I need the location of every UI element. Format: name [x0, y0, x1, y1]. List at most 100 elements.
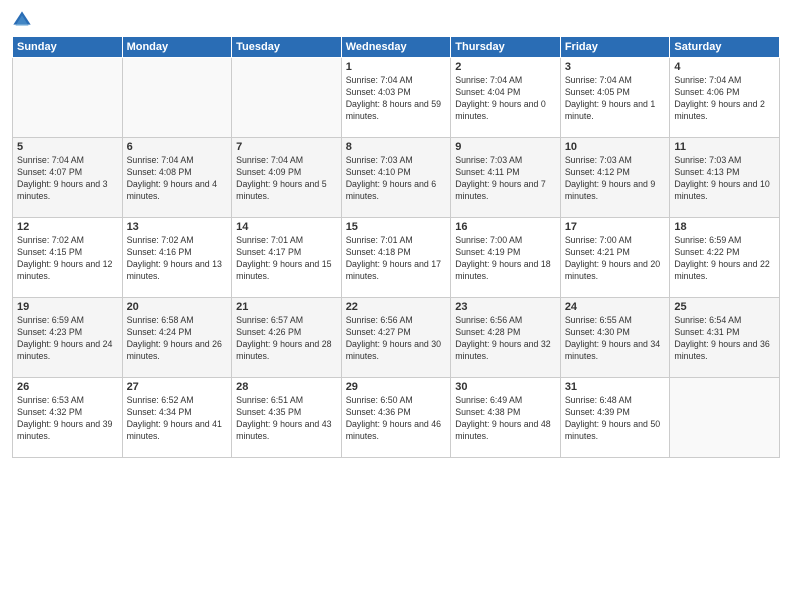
cell-info: Daylight: 9 hours and 34 minutes.: [565, 339, 666, 363]
calendar-cell: 7Sunrise: 7:04 AMSunset: 4:09 PMDaylight…: [232, 138, 342, 218]
cell-info: Daylight: 9 hours and 13 minutes.: [127, 259, 228, 283]
calendar-cell: 27Sunrise: 6:52 AMSunset: 4:34 PMDayligh…: [122, 378, 232, 458]
calendar-cell: 30Sunrise: 6:49 AMSunset: 4:38 PMDayligh…: [451, 378, 561, 458]
cell-info: Sunset: 4:09 PM: [236, 167, 337, 179]
cell-info: Sunset: 4:30 PM: [565, 327, 666, 339]
cell-info: Sunrise: 7:04 AM: [236, 155, 337, 167]
week-row-4: 19Sunrise: 6:59 AMSunset: 4:23 PMDayligh…: [13, 298, 780, 378]
cell-info: Daylight: 9 hours and 4 minutes.: [127, 179, 228, 203]
logo: [12, 10, 36, 30]
cell-info: Sunset: 4:27 PM: [346, 327, 447, 339]
day-number: 28: [236, 381, 337, 393]
weekday-header-sunday: Sunday: [13, 37, 123, 58]
cell-info: Daylight: 9 hours and 41 minutes.: [127, 419, 228, 443]
cell-info: Daylight: 9 hours and 9 minutes.: [565, 179, 666, 203]
cell-info: Sunrise: 6:56 AM: [455, 315, 556, 327]
cell-info: Daylight: 9 hours and 39 minutes.: [17, 419, 118, 443]
cell-info: Sunrise: 6:52 AM: [127, 395, 228, 407]
cell-info: Sunset: 4:39 PM: [565, 407, 666, 419]
day-number: 5: [17, 141, 118, 153]
week-row-2: 5Sunrise: 7:04 AMSunset: 4:07 PMDaylight…: [13, 138, 780, 218]
weekday-header-saturday: Saturday: [670, 37, 780, 58]
calendar-cell: [122, 58, 232, 138]
day-number: 2: [455, 61, 556, 73]
calendar-cell: 29 Sunrise: 6:50 AMSunset: 4:36 PMDayligh…: [341, 378, 451, 458]
cell-info: Sunrise: 6:50 AM: [346, 395, 447, 407]
calendar-cell: 10Sunrise: 7:03 AMSunset: 4:12 PMDayligh…: [560, 138, 670, 218]
weekday-header-row: SundayMondayTuesdayWednesdayThursdayFrid…: [13, 37, 780, 58]
day-number: 21: [236, 301, 337, 313]
weekday-header-thursday: Thursday: [451, 37, 561, 58]
cell-info: Sunset: 4:32 PM: [17, 407, 118, 419]
cell-info: Daylight: 9 hours and 26 minutes.: [127, 339, 228, 363]
cell-info: Sunset: 4:04 PM: [455, 87, 556, 99]
cell-info: Daylight: 9 hours and 46 minutes.: [346, 419, 447, 443]
cell-info: Daylight: 9 hours and 36 minutes.: [674, 339, 775, 363]
calendar-cell: 23 Sunrise: 6:56 AMSunset: 4:28 PMDayligh…: [451, 298, 561, 378]
cell-info: Daylight: 9 hours and 30 minutes.: [346, 339, 447, 363]
cell-info: Sunset: 4:35 PM: [236, 407, 337, 419]
cell-info: Sunrise: 7:03 AM: [565, 155, 666, 167]
cell-info: Daylight: 9 hours and 10 minutes.: [674, 179, 775, 203]
calendar-cell: 13 Sunrise: 7:02 AMSunset: 4:16 PMDayligh…: [122, 218, 232, 298]
calendar-cell: 3Sunrise: 7:04 AMSunset: 4:05 PMDaylight…: [560, 58, 670, 138]
day-number: 25: [674, 301, 775, 313]
week-row-3: 12Sunrise: 7:02 AMSunset: 4:15 PMDayligh…: [13, 218, 780, 298]
calendar-cell: 5Sunrise: 7:04 AMSunset: 4:07 PMDaylight…: [13, 138, 123, 218]
cell-info: Daylight: 9 hours and 17 minutes.: [346, 259, 447, 283]
day-number: 26: [17, 381, 118, 393]
day-number: 27: [127, 381, 228, 393]
cell-info: Sunrise: 7:01 AM: [346, 235, 447, 247]
calendar-table: SundayMondayTuesdayWednesdayThursdayFrid…: [12, 36, 780, 458]
calendar-cell: 19Sunrise: 6:59 AMSunset: 4:23 PMDayligh…: [13, 298, 123, 378]
day-number: 9: [455, 141, 556, 153]
cell-info: Sunrise: 6:48 AM: [565, 395, 666, 407]
cell-info: Daylight: 9 hours and 12 minutes.: [17, 259, 118, 283]
page: SundayMondayTuesdayWednesdayThursdayFrid…: [0, 0, 792, 612]
calendar-cell: 6Sunrise: 7:04 AMSunset: 4:08 PMDaylight…: [122, 138, 232, 218]
cell-info: Sunrise: 7:00 AM: [455, 235, 556, 247]
cell-info: Sunset: 4:03 PM: [346, 87, 447, 99]
cell-info: Sunrise: 7:03 AM: [674, 155, 775, 167]
cell-info: Sunrise: 7:02 AM: [17, 235, 118, 247]
cell-info: Sunset: 4:28 PM: [455, 327, 556, 339]
calendar-cell: 18Sunrise: 6:59 AMSunset: 4:22 PMDayligh…: [670, 218, 780, 298]
day-number: 23: [455, 301, 556, 313]
cell-info: Sunset: 4:05 PM: [565, 87, 666, 99]
cell-info: Sunset: 4:38 PM: [455, 407, 556, 419]
header: [12, 10, 780, 30]
cell-info: Sunrise: 6:56 AM: [346, 315, 447, 327]
cell-info: Daylight: 9 hours and 15 minutes.: [236, 259, 337, 283]
day-number: 16: [455, 221, 556, 233]
cell-info: Daylight: 8 hours and 59 minutes.: [346, 99, 447, 123]
day-number: 19: [17, 301, 118, 313]
day-number: 13: [127, 221, 228, 233]
day-number: 29: [346, 381, 447, 393]
cell-info: Daylight: 9 hours and 5 minutes.: [236, 179, 337, 203]
calendar-cell: 8Sunrise: 7:03 AMSunset: 4:10 PMDaylight…: [341, 138, 451, 218]
day-number: 24: [565, 301, 666, 313]
cell-info: Sunrise: 7:02 AM: [127, 235, 228, 247]
calendar-cell: 22Sunrise: 6:56 AMSunset: 4:27 PMDayligh…: [341, 298, 451, 378]
day-number: 12: [17, 221, 118, 233]
cell-info: Daylight: 9 hours and 43 minutes.: [236, 419, 337, 443]
cell-info: Sunset: 4:08 PM: [127, 167, 228, 179]
cell-info: Sunset: 4:26 PM: [236, 327, 337, 339]
cell-info: Sunrise: 6:53 AM: [17, 395, 118, 407]
cell-info: Sunset: 4:36 PM: [346, 407, 447, 419]
week-row-1: 1Sunrise: 7:04 AMSunset: 4:03 PMDaylight…: [13, 58, 780, 138]
calendar-cell: 1Sunrise: 7:04 AMSunset: 4:03 PMDaylight…: [341, 58, 451, 138]
day-number: 8: [346, 141, 447, 153]
cell-info: Sunrise: 7:04 AM: [455, 75, 556, 87]
day-number: 4: [674, 61, 775, 73]
cell-info: Daylight: 9 hours and 48 minutes.: [455, 419, 556, 443]
day-number: 17: [565, 221, 666, 233]
cell-info: Daylight: 9 hours and 24 minutes.: [17, 339, 118, 363]
cell-info: Daylight: 9 hours and 32 minutes.: [455, 339, 556, 363]
day-number: 20: [127, 301, 228, 313]
calendar-cell: 4Sunrise: 7:04 AMSunset: 4:06 PMDaylight…: [670, 58, 780, 138]
cell-info: Sunrise: 7:00 AM: [565, 235, 666, 247]
cell-info: Daylight: 9 hours and 1 minute.: [565, 99, 666, 123]
cell-info: Sunset: 4:16 PM: [127, 247, 228, 259]
cell-info: Sunrise: 6:59 AM: [674, 235, 775, 247]
